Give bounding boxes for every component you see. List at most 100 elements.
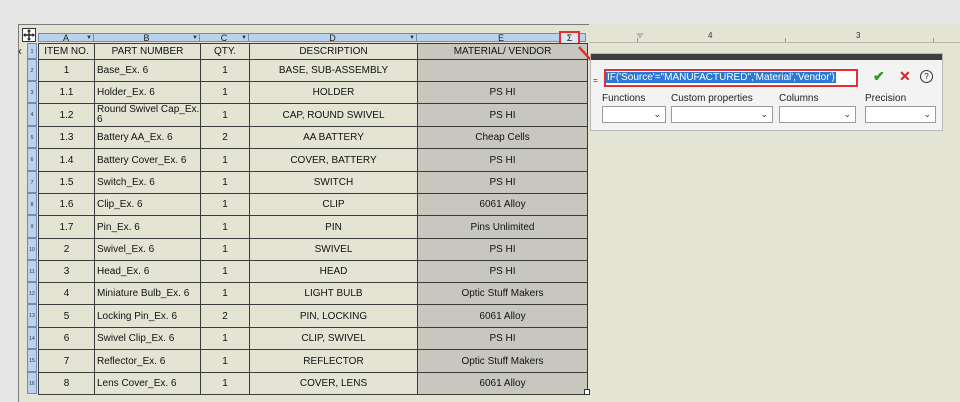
part-number-cell[interactable]: Switch_Ex. 6 (94, 171, 201, 194)
resize-handle[interactable] (584, 389, 590, 395)
row-number[interactable]: 12 (27, 282, 37, 304)
description-cell[interactable]: REFLECTOR (249, 349, 418, 373)
material-cell[interactable]: Pins Unlimited (417, 215, 588, 239)
description-cell[interactable]: AA BATTERY (249, 126, 418, 149)
description-cell[interactable]: HEAD (249, 260, 418, 283)
panel-title-bar[interactable] (591, 54, 942, 60)
item-no-cell[interactable]: 1.3 (38, 126, 95, 149)
row-number[interactable]: 13 (27, 304, 37, 327)
row-number[interactable]: 2 (27, 59, 37, 81)
item-no-cell[interactable]: 5 (38, 304, 95, 328)
material-cell[interactable]: Optic Stuff Makers (417, 349, 588, 373)
description-cell[interactable]: HOLDER (249, 81, 418, 104)
precision-select[interactable]: ⌄ (865, 106, 936, 123)
qty-cell[interactable]: 1 (200, 327, 250, 350)
row-number[interactable]: 5 (27, 126, 37, 148)
part-number-cell[interactable]: Swivel_Ex. 6 (94, 238, 201, 261)
qty-cell[interactable]: 1 (200, 59, 250, 82)
row-number[interactable]: 8 (27, 193, 37, 215)
part-number-cell[interactable]: Lens Cover_Ex. 6 (94, 372, 201, 395)
item-no-cell[interactable]: 1.6 (38, 193, 95, 216)
qty-cell[interactable]: 2 (200, 304, 250, 328)
custom-properties-select[interactable]: ⌄ (671, 106, 773, 123)
description-cell[interactable]: PIN (249, 215, 418, 239)
qty-cell[interactable]: 1 (200, 193, 250, 216)
row-number[interactable]: 14 (27, 327, 37, 349)
accept-icon[interactable]: ✔ (873, 68, 885, 85)
qty-cell[interactable]: 2 (200, 126, 250, 149)
material-cell[interactable] (417, 59, 588, 82)
description-cell[interactable]: CLIP, SWIVEL (249, 327, 418, 350)
item-no-cell[interactable]: 8 (38, 372, 95, 395)
item-no-cell[interactable]: 1 (38, 59, 95, 82)
material-cell[interactable]: PS HI (417, 171, 588, 194)
part-number-cell[interactable]: Locking Pin_Ex. 6 (94, 304, 201, 328)
part-number-cell[interactable]: Battery Cover_Ex. 6 (94, 148, 201, 172)
row-number[interactable]: 10 (27, 238, 37, 260)
row-number[interactable]: 3 (27, 81, 37, 103)
header-qty[interactable]: QTY. (200, 43, 250, 60)
item-no-cell[interactable]: 4 (38, 282, 95, 305)
column-header-d[interactable]: D ▼ (248, 33, 417, 43)
material-cell[interactable]: PS HI (417, 148, 588, 172)
qty-cell[interactable]: 1 (200, 103, 250, 127)
description-cell[interactable]: COVER, LENS (249, 372, 418, 395)
description-cell[interactable]: PIN, LOCKING (249, 304, 418, 328)
row-number[interactable]: 11 (27, 260, 37, 282)
help-icon[interactable]: ? (920, 70, 933, 83)
qty-cell[interactable]: 1 (200, 282, 250, 305)
item-no-cell[interactable]: 1.2 (38, 103, 95, 127)
item-no-cell[interactable]: 1.1 (38, 81, 95, 104)
part-number-cell[interactable]: Swivel Clip_Ex. 6 (94, 327, 201, 350)
material-cell[interactable]: PS HI (417, 81, 588, 104)
material-cell[interactable]: PS HI (417, 103, 588, 127)
material-cell[interactable]: Cheap Cells (417, 126, 588, 149)
qty-cell[interactable]: 1 (200, 238, 250, 261)
item-no-cell[interactable]: 1.5 (38, 171, 95, 194)
columns-select[interactable]: ⌄ (779, 106, 856, 123)
column-header-a[interactable]: A ▼ (38, 33, 94, 43)
qty-cell[interactable]: 1 (200, 148, 250, 172)
material-cell[interactable]: PS HI (417, 238, 588, 261)
item-no-cell[interactable]: 1.7 (38, 215, 95, 239)
header-item-no[interactable]: ITEM NO. (38, 43, 95, 60)
qty-cell[interactable]: 1 (200, 171, 250, 194)
column-header-b[interactable]: B ▼ (93, 33, 200, 43)
qty-cell[interactable]: 1 (200, 215, 250, 239)
item-no-cell[interactable]: 1.4 (38, 148, 95, 172)
row-number[interactable]: 16 (27, 372, 37, 394)
material-cell[interactable]: 6061 Alloy (417, 304, 588, 328)
description-cell[interactable]: SWIVEL (249, 238, 418, 261)
row-number[interactable]: 15 (27, 349, 37, 372)
item-no-cell[interactable]: 7 (38, 349, 95, 373)
description-cell[interactable]: COVER, BATTERY (249, 148, 418, 172)
move-table-icon[interactable] (22, 28, 36, 42)
row-number[interactable]: 1 (27, 43, 37, 59)
material-cell[interactable]: Optic Stuff Makers (417, 282, 588, 305)
header-part-number[interactable]: PART NUMBER (94, 43, 201, 60)
qty-cell[interactable]: 1 (200, 349, 250, 373)
formula-input[interactable]: IF('Source'="MANUFACTURED",'Material','V… (604, 69, 858, 87)
material-cell[interactable]: 6061 Alloy (417, 372, 588, 395)
header-material-vendor[interactable]: MATERIAL/ VENDOR (417, 43, 588, 60)
collapse-left-icon[interactable]: ‹ (18, 44, 22, 58)
part-number-cell[interactable]: Base_Ex. 6 (94, 59, 201, 82)
description-cell[interactable]: BASE, SUB-ASSEMBLY (249, 59, 418, 82)
description-cell[interactable]: SWITCH (249, 171, 418, 194)
description-cell[interactable]: CLIP (249, 193, 418, 216)
description-cell[interactable]: LIGHT BULB (249, 282, 418, 305)
row-number[interactable]: 7 (27, 171, 37, 193)
row-number[interactable]: 4 (27, 103, 37, 126)
part-number-cell[interactable]: Pin_Ex. 6 (94, 215, 201, 239)
cancel-icon[interactable]: ✕ (899, 68, 911, 85)
part-number-cell[interactable]: Battery AA_Ex. 6 (94, 126, 201, 149)
part-number-cell[interactable]: Holder_Ex. 6 (94, 81, 201, 104)
part-number-cell[interactable]: Round Swivel Cap_Ex. 6 (94, 103, 201, 127)
material-cell[interactable]: 6061 Alloy (417, 193, 588, 216)
qty-cell[interactable]: 1 (200, 260, 250, 283)
part-number-cell[interactable]: Reflector_Ex. 6 (94, 349, 201, 373)
qty-cell[interactable]: 1 (200, 81, 250, 104)
column-header-c[interactable]: C ▼ (199, 33, 249, 43)
row-number[interactable]: 9 (27, 215, 37, 238)
row-number[interactable]: 6 (27, 148, 37, 171)
